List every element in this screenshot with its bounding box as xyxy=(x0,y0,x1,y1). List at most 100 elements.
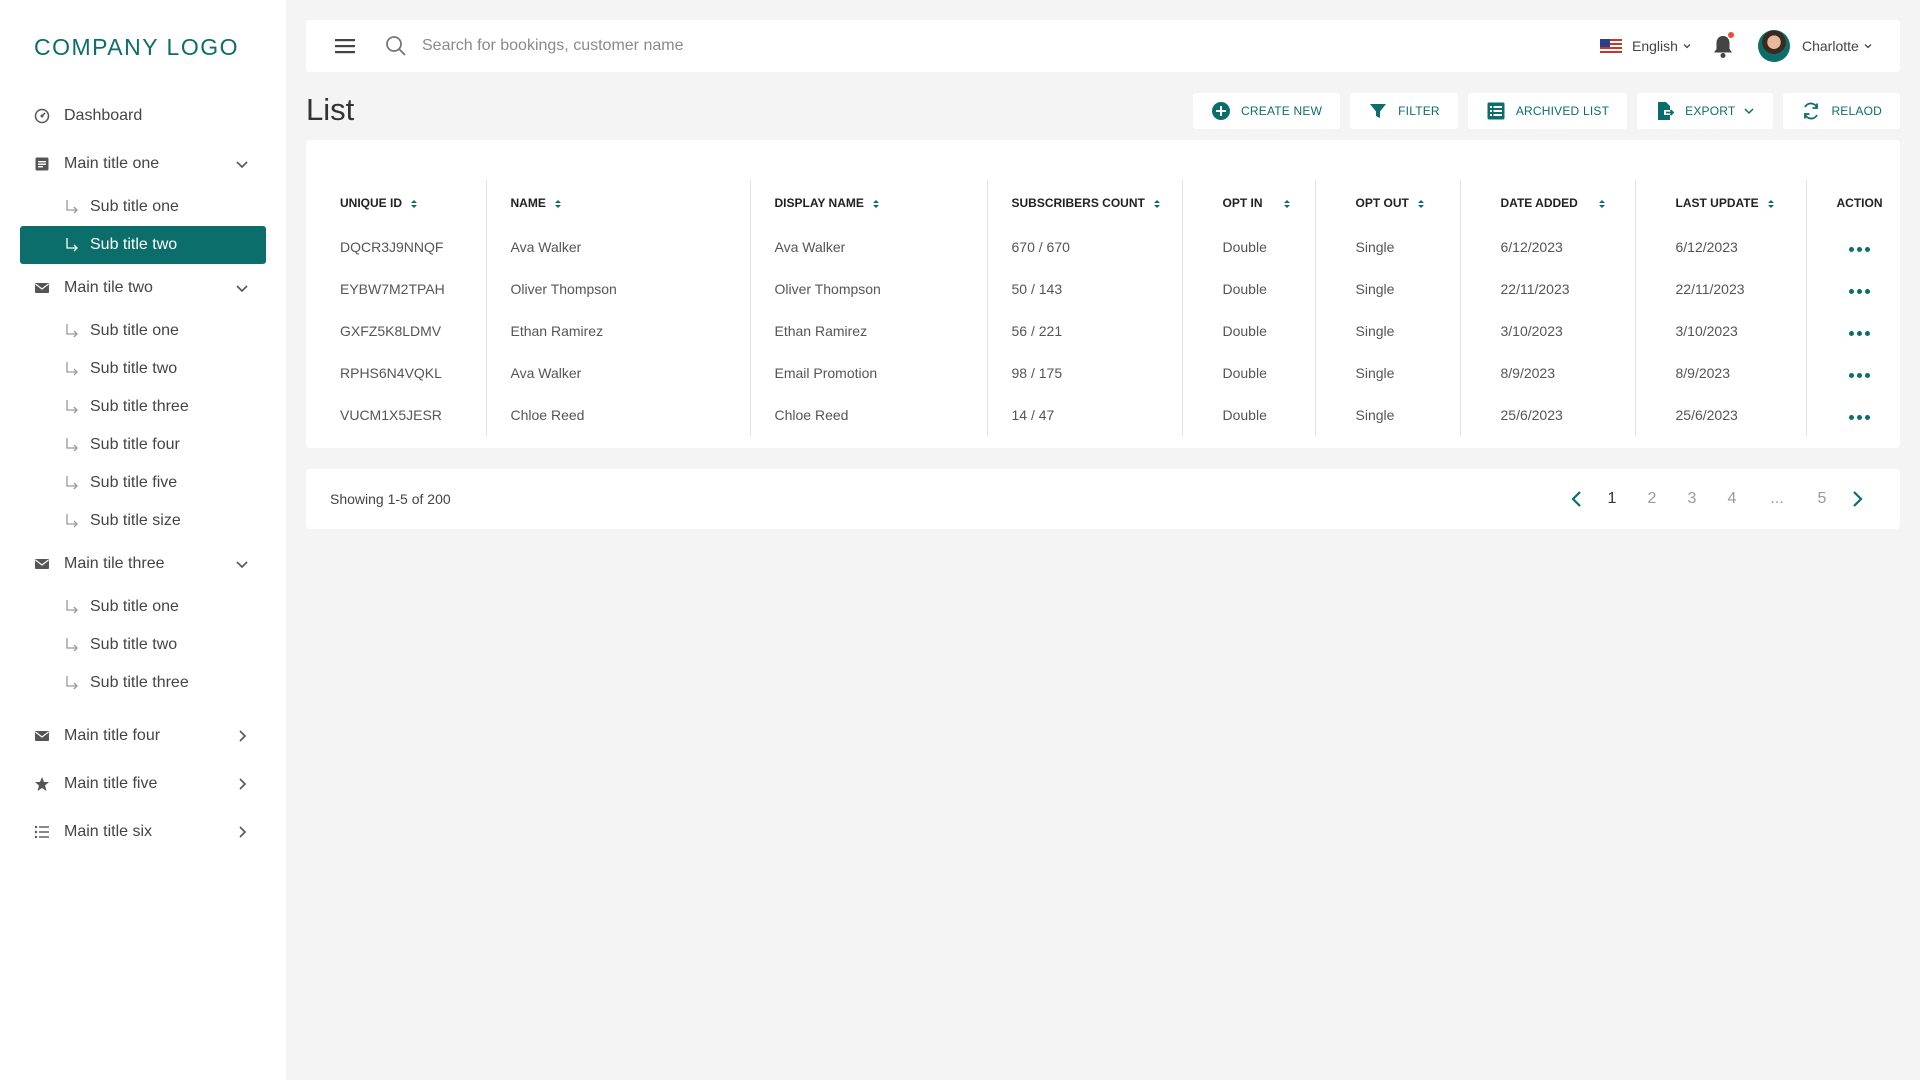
column-header-subscribers-count[interactable]: SUBSCRIBERS COUNT xyxy=(987,180,1183,226)
sidebar-item-main-title-six[interactable]: Main title six xyxy=(20,808,266,856)
mail-icon xyxy=(34,728,50,744)
sidebar-item-main-title-four[interactable]: Main title four xyxy=(20,712,266,760)
page-2[interactable]: 2 xyxy=(1632,490,1672,508)
filter-label: FILTER xyxy=(1398,104,1440,118)
sidebar-subitem[interactable]: Sub title size xyxy=(20,502,266,540)
table-row[interactable]: GXFZ5K8LDMV Ethan Ramirez Ethan Ramirez … xyxy=(316,310,1890,352)
more-options-icon[interactable] xyxy=(1848,289,1870,294)
sidebar-subitem[interactable]: Sub title one xyxy=(20,588,266,626)
search-input[interactable] xyxy=(422,32,1022,60)
column-header-date-added[interactable]: DATE ADDED xyxy=(1460,180,1636,226)
column-header-opt-in[interactable]: OPT IN xyxy=(1182,180,1316,226)
more-options-icon[interactable] xyxy=(1848,331,1870,336)
next-page-button[interactable] xyxy=(1842,484,1872,514)
sidebar-subitem[interactable]: Sub title three xyxy=(20,664,266,702)
cell-unique-id: EYBW7M2TPAH xyxy=(316,268,487,310)
column-header-opt-out[interactable]: OPT OUT xyxy=(1315,180,1461,226)
cell-action xyxy=(1806,394,1890,436)
sidebar-item-label: Main title five xyxy=(64,775,158,792)
export-button[interactable]: EXPORT xyxy=(1637,93,1774,129)
more-options-icon[interactable] xyxy=(1848,373,1870,378)
reload-icon xyxy=(1801,101,1821,121)
notification-bell[interactable] xyxy=(1710,32,1736,60)
column-header-name[interactable]: NAME xyxy=(486,180,751,226)
cell-opt-in: Double xyxy=(1182,310,1316,352)
filter-button[interactable]: FILTER xyxy=(1350,93,1458,129)
chevron-down-icon[interactable] xyxy=(234,556,250,572)
sidebar-item-label: Dashboard xyxy=(64,107,143,124)
sidebar-subitem[interactable]: Sub title three xyxy=(20,388,266,426)
sidebar-subitem-sub-title-one[interactable]: Sub title one xyxy=(20,188,266,226)
sort-icon[interactable] xyxy=(1417,199,1425,209)
user-menu[interactable]: Charlotte xyxy=(1758,30,1873,62)
column-header-label: SUBSCRIBERS COUNT xyxy=(1011,196,1145,210)
chevron-down-icon[interactable] xyxy=(234,280,250,296)
page-1[interactable]: 1 xyxy=(1592,490,1632,508)
column-header-display-name[interactable]: DISPLAY NAME xyxy=(750,180,988,226)
cell-action xyxy=(1806,268,1890,310)
sort-icon[interactable] xyxy=(1598,199,1606,209)
sidebar-item-main-tile-two[interactable]: Main tile two xyxy=(20,264,266,312)
chevron-down-icon[interactable] xyxy=(234,156,250,172)
cell-date-added: 8/9/2023 xyxy=(1460,352,1636,394)
column-header-label: ACTION xyxy=(1836,196,1883,210)
table-row[interactable]: VUCM1X5JESR Chloe Reed Chloe Reed 14 / 4… xyxy=(316,394,1890,436)
chevron-left-icon xyxy=(1571,491,1581,507)
page-3[interactable]: 3 xyxy=(1672,490,1712,508)
more-options-icon[interactable] xyxy=(1848,415,1870,420)
create-new-button[interactable]: CREATE NEW xyxy=(1193,93,1341,129)
sidebar-item-main-title-five[interactable]: Main title five xyxy=(20,760,266,808)
column-header-last-update[interactable]: LAST UPDATE xyxy=(1635,180,1807,226)
prev-page-button[interactable] xyxy=(1562,484,1592,514)
sort-icon[interactable] xyxy=(1153,199,1161,209)
star-icon xyxy=(34,776,50,792)
company-logo[interactable]: COMPANY LOGO xyxy=(34,34,239,61)
table-row[interactable]: RPHS6N4VQKL Ava Walker Email Promotion 9… xyxy=(316,352,1890,394)
chevron-right-icon[interactable] xyxy=(234,824,250,840)
toolbar: CREATE NEW FILTER ARCHIVED LIST EXPORT R… xyxy=(1193,93,1900,129)
more-options-icon[interactable] xyxy=(1848,247,1870,252)
column-header-unique-id[interactable]: UNIQUE ID xyxy=(316,180,487,226)
sidebar-subitem-sub-title-two-active[interactable]: Sub title two xyxy=(20,226,266,264)
cell-display-name: Chloe Reed xyxy=(750,394,988,436)
showing-count: Showing 1-5 of 200 xyxy=(330,491,451,507)
sidebar-item-main-title-one[interactable]: Main title one xyxy=(20,140,266,188)
reload-button[interactable]: RELAOD xyxy=(1783,93,1900,129)
sort-icon[interactable] xyxy=(554,199,562,209)
avatar xyxy=(1758,30,1790,62)
document-icon xyxy=(34,156,50,172)
sidebar-item-dashboard[interactable]: Dashboard xyxy=(20,92,266,140)
chevron-right-icon xyxy=(1853,491,1863,507)
chevron-right-icon[interactable] xyxy=(234,776,250,792)
sidebar-subitem[interactable]: Sub title one xyxy=(20,312,266,350)
sidebar-item-label: Main tile two xyxy=(64,279,153,296)
table-row[interactable]: DQCR3J9NNQF Ava Walker Ava Walker 670 / … xyxy=(316,226,1890,268)
sort-icon[interactable] xyxy=(872,199,880,209)
export-file-icon xyxy=(1655,101,1675,121)
table-row[interactable]: EYBW7M2TPAH Oliver Thompson Oliver Thomp… xyxy=(316,268,1890,310)
cell-date-added: 22/11/2023 xyxy=(1460,268,1636,310)
page-4[interactable]: 4 xyxy=(1712,490,1752,508)
sidebar-subitem-label: Sub title three xyxy=(90,398,189,415)
sort-icon[interactable] xyxy=(1767,199,1775,209)
sub-arrow-icon xyxy=(64,512,80,530)
cell-opt-in: Double xyxy=(1182,226,1316,268)
hamburger-menu-icon[interactable] xyxy=(334,35,356,57)
sort-icon[interactable] xyxy=(410,199,418,209)
sort-icon[interactable] xyxy=(1283,199,1291,209)
archived-list-button[interactable]: ARCHIVED LIST xyxy=(1467,93,1628,129)
sidebar-subitem[interactable]: Sub title two xyxy=(20,350,266,388)
page-5[interactable]: 5 xyxy=(1802,490,1842,508)
sidebar-subitem[interactable]: Sub title two xyxy=(20,626,266,664)
sidebar-item-label: Main title six xyxy=(64,823,153,840)
cell-display-name: Oliver Thompson xyxy=(750,268,988,310)
mail-icon xyxy=(34,280,50,296)
sidebar-item-main-tile-three[interactable]: Main tile three xyxy=(20,540,266,588)
dashboard-icon xyxy=(34,108,50,124)
chevron-right-icon[interactable] xyxy=(234,728,250,744)
sidebar-subitem[interactable]: Sub title four xyxy=(20,426,266,464)
language-selector[interactable]: English xyxy=(1600,34,1692,58)
sidebar-subitem[interactable]: Sub title five xyxy=(20,464,266,502)
sidebar-subitem-label: Sub title five xyxy=(90,474,178,491)
